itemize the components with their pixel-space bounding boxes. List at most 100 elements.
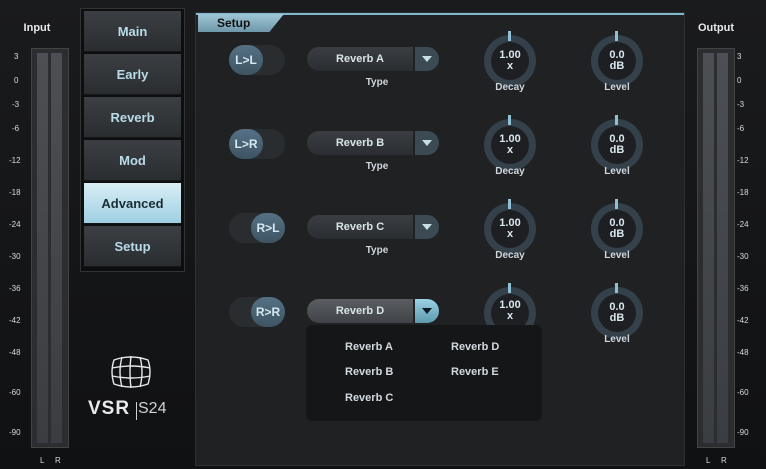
- decay-unit: x: [506, 310, 514, 322]
- scale-tick: -12: [9, 156, 21, 165]
- type-dropdown-1[interactable]: Reverb A: [307, 47, 439, 71]
- chevron-down-icon: [422, 308, 432, 314]
- chevron-down-icon: [422, 224, 432, 230]
- level-unit: dB: [609, 144, 625, 156]
- tab-reverb[interactable]: Reverb: [84, 97, 181, 138]
- dropdown-option[interactable]: Reverb E: [451, 366, 499, 378]
- route-toggle-l-to-r[interactable]: L>R: [229, 129, 285, 159]
- type-dropdown-4[interactable]: Reverb D: [307, 299, 439, 323]
- route-toggle-r-to-l[interactable]: R>L: [229, 213, 285, 243]
- knob-indicator: [508, 115, 511, 125]
- knob-indicator: [615, 31, 618, 41]
- decay-unit: x: [506, 144, 514, 156]
- level-label: Level: [604, 334, 630, 345]
- chevron-down-icon: [422, 140, 432, 146]
- output-right-label: R: [721, 456, 727, 465]
- type-label: Type: [365, 245, 389, 256]
- decay-unit: x: [506, 60, 514, 72]
- level-unit: dB: [609, 312, 625, 324]
- input-left-label: L: [40, 456, 45, 465]
- decay-label: Decay: [495, 250, 525, 261]
- type-label: Type: [365, 77, 389, 88]
- tab-mod[interactable]: Mod: [84, 140, 181, 181]
- route-toggle-r-to-r[interactable]: R>R: [229, 297, 285, 327]
- tab-early[interactable]: Early: [84, 54, 181, 95]
- scale-tick: -48: [737, 348, 749, 357]
- type-dropdown-3[interactable]: Reverb C: [307, 215, 439, 239]
- level-knob-1[interactable]: 0.0 dB: [591, 31, 643, 87]
- dropdown-arrow-button[interactable]: [415, 215, 439, 239]
- scale-tick: -36: [737, 284, 749, 293]
- level-unit: dB: [609, 60, 625, 72]
- scale-tick: -42: [737, 316, 749, 325]
- logo-model: S24: [138, 400, 167, 417]
- input-right-label: R: [55, 456, 61, 465]
- scale-tick: 0: [737, 76, 742, 85]
- dropdown-option[interactable]: Reverb C: [345, 392, 393, 404]
- input-meter-title: Input: [23, 22, 51, 34]
- type-dropdown-2[interactable]: Reverb B: [307, 131, 439, 155]
- dropdown-arrow-button[interactable]: [415, 47, 439, 71]
- dropdown-arrow-button[interactable]: [415, 299, 439, 323]
- scale-tick: -60: [737, 388, 749, 397]
- knob-indicator: [508, 283, 511, 293]
- scale-tick: -90: [9, 428, 21, 437]
- scale-tick: -24: [737, 220, 749, 229]
- knob-indicator: [615, 283, 618, 293]
- tab-advanced[interactable]: Advanced: [84, 183, 181, 224]
- level-label: Level: [604, 250, 630, 261]
- scale-tick: 3: [14, 52, 19, 61]
- scale-tick: -18: [737, 188, 749, 197]
- scale-tick: -6: [12, 124, 20, 133]
- scale-tick: -30: [9, 252, 21, 261]
- section-tabs: Main Early Reverb Mod Advanced Setup: [80, 8, 185, 272]
- logo-separator: [136, 402, 137, 420]
- scale-tick: -42: [9, 316, 21, 325]
- scale-tick: -18: [9, 188, 21, 197]
- knob-indicator: [508, 199, 511, 209]
- output-meter-scale: 3 0 -3 -6 -12 -18 -24 -30 -36 -42 -48 -6…: [736, 48, 760, 446]
- level-label: Level: [604, 82, 630, 93]
- decay-knob-2[interactable]: 1.00 x: [484, 115, 536, 171]
- type-value[interactable]: Reverb D: [307, 299, 413, 323]
- route-toggle-l-to-l[interactable]: L>L: [229, 45, 285, 75]
- scale-tick: -24: [9, 220, 21, 229]
- type-value[interactable]: Reverb C: [307, 215, 413, 239]
- scale-tick: -12: [737, 156, 749, 165]
- scale-tick: -6: [737, 124, 745, 133]
- scale-tick: -90: [737, 428, 749, 437]
- input-meter-scale: 3 0 -3 -6 -12 -18 -24 -30 -36 -42 -48 -6…: [8, 48, 32, 446]
- decay-knob-3[interactable]: 1.00 x: [484, 199, 536, 255]
- input-meter: [31, 48, 69, 448]
- input-meter-right-channel: [51, 53, 62, 443]
- type-value[interactable]: Reverb B: [307, 131, 413, 155]
- output-meter-left-channel: [703, 53, 714, 443]
- scale-tick: -60: [9, 388, 21, 397]
- dropdown-option[interactable]: Reverb D: [451, 341, 499, 353]
- level-knob-2[interactable]: 0.0 dB: [591, 115, 643, 171]
- scale-tick: 0: [14, 76, 19, 85]
- level-knob-3[interactable]: 0.0 dB: [591, 199, 643, 255]
- scale-tick: -30: [737, 252, 749, 261]
- output-meter: [697, 48, 735, 448]
- tab-main[interactable]: Main: [84, 11, 181, 52]
- scale-tick: -3: [737, 100, 745, 109]
- level-label: Level: [604, 166, 630, 177]
- scale-tick: 3: [737, 52, 742, 61]
- route-label: L>L: [229, 45, 263, 75]
- decay-unit: x: [506, 228, 514, 240]
- knob-indicator: [615, 115, 618, 125]
- level-knob-4[interactable]: 0.0 dB: [591, 283, 643, 339]
- reverb-type-dropdown-menu: Reverb A Reverb B Reverb C Reverb D Reve…: [306, 325, 542, 421]
- type-value[interactable]: Reverb A: [307, 47, 413, 71]
- knob-indicator: [615, 199, 618, 209]
- tab-setup[interactable]: Setup: [84, 226, 181, 267]
- decay-label: Decay: [495, 166, 525, 177]
- dropdown-option[interactable]: Reverb B: [345, 366, 393, 378]
- dropdown-arrow-button[interactable]: [415, 131, 439, 155]
- knob-indicator: [508, 31, 511, 41]
- decay-knob-1[interactable]: 1.00 x: [484, 31, 536, 87]
- dropdown-option[interactable]: Reverb A: [345, 341, 393, 353]
- input-meter-panel: Input 3 0 -3 -6 -12 -18 -24 -30 -36 -42 …: [0, 8, 70, 465]
- logo-brand: VSR: [88, 398, 131, 419]
